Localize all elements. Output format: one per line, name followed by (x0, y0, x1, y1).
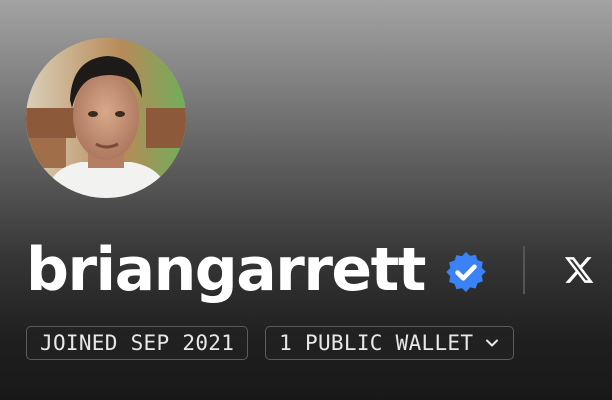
chevron-down-icon (486, 339, 499, 347)
profile-badges: JOINED SEP 2021 1 PUBLIC WALLET (26, 326, 515, 360)
profile-header: briangarrett (26, 232, 597, 308)
x-logo-icon (564, 257, 594, 283)
wallet-label: 1 PUBLIC WALLET (279, 331, 474, 355)
public-wallet-dropdown[interactable]: 1 PUBLIC WALLET (265, 326, 515, 360)
joined-label: JOINED SEP 2021 (40, 331, 235, 355)
verified-badge-icon (446, 251, 486, 293)
avatar (26, 38, 186, 198)
x-profile-link[interactable] (561, 252, 597, 288)
username: briangarrett (26, 235, 426, 305)
joined-badge: JOINED SEP 2021 (26, 326, 249, 360)
profile-photo (26, 38, 186, 198)
header-divider (522, 246, 525, 294)
